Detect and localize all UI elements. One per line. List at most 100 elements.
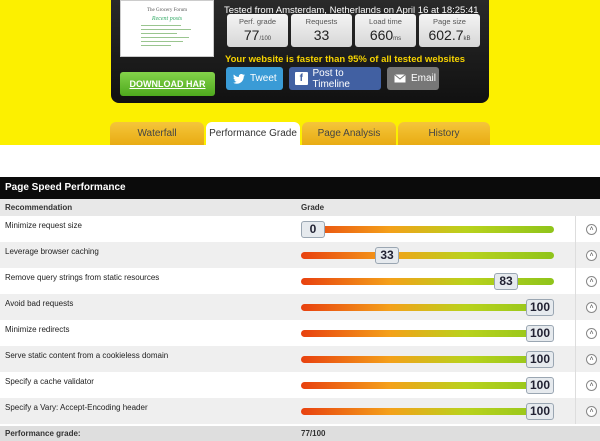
- column-divider: [575, 242, 576, 268]
- recommendation-label: Remove query strings from static resourc…: [5, 273, 160, 282]
- stat-load-time: Load time 660ms: [355, 14, 416, 47]
- column-grade: Grade: [301, 203, 325, 212]
- tab-waterfall[interactable]: Waterfall: [110, 122, 204, 145]
- recommendation-label: Leverage browser caching: [5, 247, 99, 256]
- column-divider: [575, 268, 576, 294]
- stat-page-size: Page size 602.7kB: [419, 14, 480, 47]
- footer-value: 77/100: [301, 429, 326, 438]
- faster-suffix: of all tested websites: [366, 54, 466, 65]
- stat-label: Load time: [369, 17, 402, 26]
- stat-number: 77: [243, 27, 260, 43]
- thumbnail-site-name: The Grocery Forum: [147, 8, 187, 13]
- column-divider: [575, 346, 576, 372]
- grade-value: 100: [526, 377, 554, 394]
- tweet-button[interactable]: Tweet: [226, 67, 283, 90]
- thumbnail-line: [141, 45, 171, 46]
- grade-bar: [301, 382, 554, 389]
- chevron-up-icon[interactable]: ˄: [586, 328, 597, 339]
- result-tabs: Waterfall Performance Grade Page Analysi…: [110, 122, 490, 145]
- chevron-up-icon[interactable]: ˄: [586, 380, 597, 391]
- grade-value: 0: [301, 221, 325, 238]
- table-row[interactable]: Serve static content from a cookieless d…: [0, 346, 600, 372]
- grade-value: 33: [375, 247, 399, 264]
- site-thumbnail[interactable]: The Grocery Forum Recent posts: [120, 0, 214, 57]
- table-header: Recommendation Grade: [0, 199, 600, 216]
- grade-value: 100: [526, 299, 554, 316]
- recommendation-label: Minimize redirects: [5, 325, 70, 334]
- tab-history[interactable]: History: [398, 122, 490, 145]
- chevron-up-icon[interactable]: ˄: [586, 302, 597, 313]
- grade-bar: [301, 304, 554, 311]
- tweet-label: Tweet: [250, 73, 277, 84]
- stat-label: Perf. grade: [238, 17, 277, 26]
- email-button[interactable]: Email: [387, 67, 439, 90]
- stat-value: 77/100: [227, 27, 288, 43]
- column-divider: [575, 294, 576, 320]
- envelope-icon: [393, 72, 406, 85]
- stat-perf-grade: Perf. grade 77/100: [227, 14, 288, 47]
- tab-performance-grade[interactable]: Performance Grade: [206, 122, 300, 145]
- tab-page-analysis[interactable]: Page Analysis: [302, 122, 396, 145]
- stat-unit: kB: [463, 36, 471, 42]
- grade-bar: [301, 408, 554, 415]
- chevron-up-icon[interactable]: ˄: [586, 250, 597, 261]
- thumbnail-headline: Recent posts: [151, 16, 183, 22]
- table-footer: Performance grade: 77/100: [0, 426, 600, 441]
- stat-label: Requests: [305, 17, 338, 26]
- email-label: Email: [411, 73, 437, 84]
- thumbnail-line: [141, 41, 183, 42]
- download-har-button[interactable]: DOWNLOAD HAR: [120, 72, 215, 96]
- grade-bar: [301, 226, 554, 233]
- stat-unit: /100: [259, 36, 272, 42]
- twitter-bird-icon: [232, 72, 245, 85]
- stat-value: 602.7kB: [419, 27, 480, 43]
- faster-highlight: faster than 95%: [296, 54, 367, 65]
- grade-value: 100: [526, 403, 554, 420]
- stat-value: 33: [291, 27, 352, 43]
- column-divider: [575, 398, 576, 424]
- grade-value: 100: [526, 351, 554, 368]
- table-row[interactable]: Leverage browser caching 33 ˄: [0, 242, 600, 268]
- chevron-up-icon[interactable]: ˄: [586, 354, 597, 365]
- faster-than-text: Your website is faster than 95% of all t…: [225, 54, 465, 65]
- table-row[interactable]: Avoid bad requests 100 ˄: [0, 294, 600, 320]
- table-row[interactable]: Minimize request size 0 ˄: [0, 216, 600, 242]
- recommendation-label: Specify a cache validator: [5, 377, 94, 386]
- post-to-timeline-button[interactable]: f Post to Timeline: [289, 67, 381, 90]
- stats-bar: Perf. grade 77/100 Requests 33 Load time…: [227, 14, 480, 47]
- table-row[interactable]: Minimize redirects 100 ˄: [0, 320, 600, 346]
- column-divider: [575, 320, 576, 346]
- thumbnail-line: [141, 33, 177, 34]
- stat-number: 660: [369, 27, 394, 43]
- recommendation-label: Minimize request size: [5, 221, 82, 230]
- stat-requests: Requests 33: [291, 14, 352, 47]
- table-row[interactable]: Remove query strings from static resourc…: [0, 268, 600, 294]
- facebook-icon: f: [295, 72, 308, 85]
- stat-number: 33: [313, 27, 330, 43]
- post-to-timeline-label: Post to Timeline: [312, 67, 350, 90]
- faster-prefix: Your website is: [225, 54, 297, 65]
- grade-bar: [301, 252, 554, 259]
- stat-value: 660ms: [355, 27, 416, 43]
- column-recommendation: Recommendation: [5, 203, 73, 212]
- table-row[interactable]: Specify a cache validator 100 ˄: [0, 372, 600, 398]
- chevron-up-icon[interactable]: ˄: [586, 406, 597, 417]
- recommendation-label: Avoid bad requests: [5, 299, 74, 308]
- thumbnail-line: [141, 29, 191, 30]
- column-divider: [575, 216, 576, 242]
- results-panel: The Grocery Forum Recent posts DOWNLOAD …: [111, 0, 489, 103]
- footer-label: Performance grade:: [5, 429, 81, 438]
- chevron-up-icon[interactable]: ˄: [586, 276, 597, 287]
- stat-number: 602.7: [428, 27, 464, 43]
- recommendation-label: Specify a Vary: Accept-Encoding header: [5, 403, 148, 412]
- grade-bar: [301, 330, 554, 337]
- chevron-up-icon[interactable]: ˄: [586, 224, 597, 235]
- grade-value: 100: [526, 325, 554, 342]
- table-row[interactable]: Specify a Vary: Accept-Encoding header 10…: [0, 398, 600, 424]
- column-divider: [575, 372, 576, 398]
- header-banner: The Grocery Forum Recent posts DOWNLOAD …: [0, 0, 600, 145]
- thumbnail-line: [141, 25, 181, 26]
- section-title: Page Speed Performance: [0, 177, 600, 199]
- stat-unit: ms: [393, 36, 402, 42]
- recommendation-label: Serve static content from a cookieless d…: [5, 351, 169, 360]
